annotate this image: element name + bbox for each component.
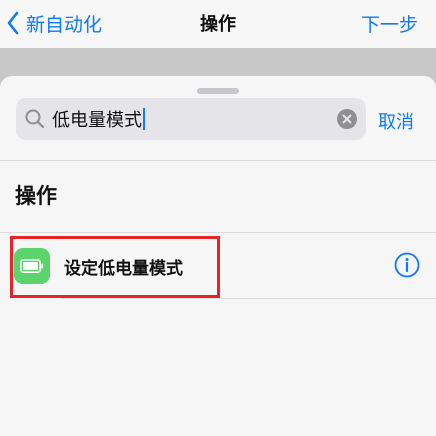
screen: 新自动化 操作 下一步 低电量模式 取消 操作 设定低电量模式	[0, 0, 436, 436]
text-caret	[143, 108, 145, 130]
search-field[interactable]: 低电量模式	[16, 98, 366, 140]
divider	[62, 298, 436, 299]
list-item[interactable]: 设定低电量模式	[0, 234, 436, 298]
section-title: 操作	[15, 184, 57, 208]
divider	[0, 232, 436, 233]
clear-icon[interactable]	[337, 109, 357, 129]
next-button[interactable]: 下一步	[361, 10, 418, 37]
search-input[interactable]: 低电量模式	[52, 106, 145, 132]
action-app-icon	[14, 248, 50, 284]
info-icon[interactable]	[394, 252, 420, 278]
action-sheet: 低电量模式 取消 操作 设定低电量模式	[0, 76, 436, 436]
cancel-button[interactable]: 取消	[378, 108, 414, 134]
search-value: 低电量模式	[52, 110, 142, 131]
navigation-bar: 新自动化 操作 下一步	[0, 0, 436, 48]
action-label: 设定低电量模式	[64, 259, 183, 279]
divider	[0, 160, 436, 161]
search-icon	[25, 109, 45, 129]
battery-icon	[20, 259, 44, 273]
sheet-grabber[interactable]	[197, 88, 239, 94]
